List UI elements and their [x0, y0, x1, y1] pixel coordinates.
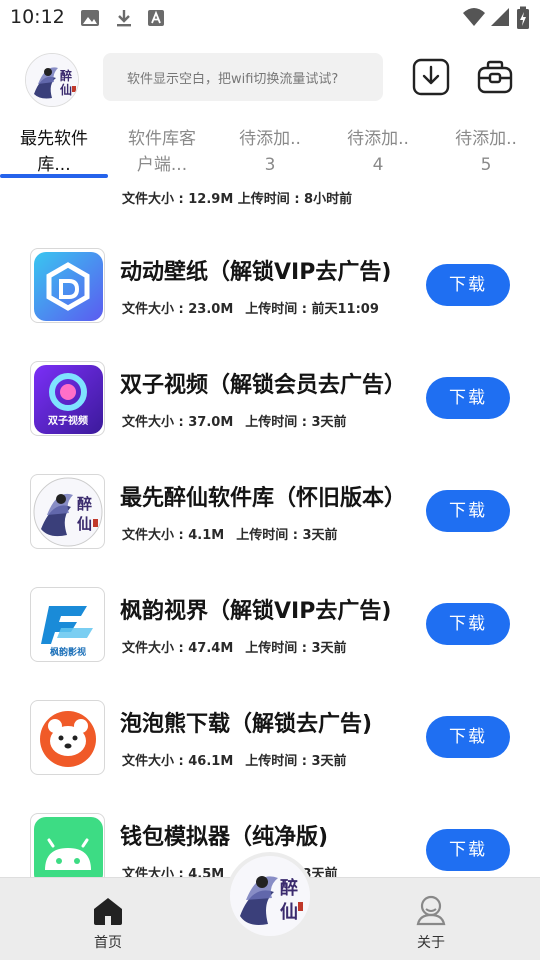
file-size: 文件大小 : 23.0M [122, 302, 234, 317]
nav-about[interactable]: 关于 [386, 878, 476, 960]
file-size: 文件大小 : 4.1M [122, 528, 225, 543]
upload-time: 上传时间 : 3天前 [245, 754, 347, 769]
upload-time: 上传时间 : 3天前 [245, 641, 347, 656]
text-notification-icon [148, 10, 164, 26]
search-placeholder: 软件显示空白，把wifi切换流量试试? [127, 72, 339, 87]
app-meta: 文件大小 : 47.4M 上传时间 : 3天前 [122, 637, 347, 656]
toolbox-icon[interactable] [476, 58, 514, 96]
app-meta: 文件大小 : 46.1M 上传时间 : 3天前 [122, 750, 347, 769]
app-meta: 文件大小 : 23.0M 上传时间 : 前天11:09 [122, 298, 379, 317]
user-profile-icon [416, 895, 446, 926]
download-manager-icon[interactable] [412, 58, 450, 96]
tab-label-line1: 待添加.. [347, 129, 409, 149]
upload-time: 上传时间 : 前天11:09 [245, 302, 379, 317]
tab-label-line1: 软件库客 [128, 129, 196, 149]
file-size: 文件大小 : 37.0M [122, 415, 234, 430]
partial-item-meta: 文件大小 : 12.9M 上传时间 : 8小时前 [122, 192, 353, 207]
download-button[interactable]: 下载 [426, 603, 510, 645]
video-app-icon: 双子视频 [30, 361, 105, 436]
app-meta: 文件大小 : 37.0M 上传时间 : 3天前 [122, 411, 347, 430]
tab-label-line2: 4 [372, 155, 384, 175]
wallpaper-app-icon [30, 248, 105, 323]
status-time: 10:12 [10, 6, 65, 28]
nav-home[interactable]: 首页 [63, 878, 153, 960]
svg-text:仙: 仙 [60, 82, 72, 97]
list-item[interactable]: 动动壁纸（解锁VIP去广告) 文件大小 : 23.0M 上传时间 : 前天11:0… [0, 248, 540, 361]
android-app-icon [30, 813, 105, 877]
tab-label-line2: 3 [264, 155, 276, 175]
svg-text:仙: 仙 [77, 515, 92, 533]
file-size: 文件大小 : 4.5M [122, 867, 225, 877]
list-item[interactable]: 醉 仙 最先醉仙软件库（怀旧版本） 文件大小 : 4.1M 上传时间 : 3天前 … [0, 474, 540, 587]
app-title: 枫韵视界（解锁VIP去广告) [120, 599, 392, 624]
wifi-icon [463, 8, 485, 26]
nav-home-label: 首页 [94, 935, 122, 951]
search-bar[interactable]: 软件显示空白，把wifi切换流量试试? [103, 53, 383, 101]
tab-library-client[interactable]: 软件库客 户端... [108, 126, 216, 178]
signal-icon [491, 8, 509, 26]
app-list[interactable]: 文件大小 : 12.9M 上传时间 : 8小时前 动动壁纸（解锁VIP去广告) … [0, 180, 540, 877]
image-notification-icon [81, 10, 99, 26]
svg-text:醉: 醉 [60, 68, 72, 83]
tab-label-line2: 户端... [136, 155, 188, 175]
zuixian-logo-icon: 醉 仙 [26, 54, 78, 106]
center-logo-button[interactable]: 醉 仙 [226, 852, 314, 940]
nav-about-label: 关于 [417, 935, 445, 951]
upload-time: 上传时间 : 3天前 [245, 415, 347, 430]
tab-pending-3[interactable]: 待添加.. 3 [216, 126, 324, 178]
app-meta: 文件大小 : 4.1M 上传时间 : 3天前 [122, 524, 338, 543]
home-icon [94, 898, 122, 925]
active-tab-indicator [0, 174, 108, 178]
svg-text:仙: 仙 [280, 901, 298, 923]
download-button[interactable]: 下载 [426, 377, 510, 419]
download-button[interactable]: 下载 [426, 829, 510, 871]
app-title: 最先醉仙软件库（怀旧版本） [120, 486, 407, 511]
tab-label-line1: 待添加.. [455, 129, 517, 149]
app-logo-avatar[interactable]: 醉 仙 [25, 53, 79, 107]
upload-time: 上传时间 : 3天前 [236, 528, 338, 543]
status-bar: 10:12 [0, 0, 540, 36]
zuixian-app-icon: 醉 仙 [30, 474, 105, 549]
tab-pending-4[interactable]: 待添加.. 4 [324, 126, 432, 178]
app-title: 动动壁纸（解锁VIP去广告) [120, 260, 392, 285]
app-title: 泡泡熊下载（解锁去广告) [120, 712, 373, 737]
tab-label-line1: 最先软件 [20, 129, 88, 149]
bear-app-icon [30, 700, 105, 775]
list-item[interactable]: 双子视频 双子视频（解锁会员去广告） 文件大小 : 37.0M 上传时间 : 3天… [0, 361, 540, 474]
svg-text:醉: 醉 [280, 877, 298, 899]
list-item[interactable]: 泡泡熊下载（解锁去广告) 文件大小 : 46.1M 上传时间 : 3天前 下载 [0, 700, 540, 813]
download-button[interactable]: 下载 [426, 264, 510, 306]
fengyun-app-icon: 枫韵影视 [30, 587, 105, 662]
list-item[interactable]: 枫韵影视 枫韵视界（解锁VIP去广告) 文件大小 : 47.4M 上传时间 : 3… [0, 587, 540, 700]
app-title: 钱包模拟器（纯净版) [120, 825, 329, 850]
file-size: 文件大小 : 47.4M [122, 641, 234, 656]
list-item[interactable]: 文件大小 : 12.9M 上传时间 : 8小时前 [0, 180, 540, 209]
svg-text:枫韵影视: 枫韵影视 [50, 646, 86, 658]
tab-zuixian-library[interactable]: 最先软件 库... [0, 126, 108, 178]
app-title: 双子视频（解锁会员去广告） [120, 373, 407, 398]
tab-label-line1: 待添加.. [239, 129, 301, 149]
svg-text:双子视频: 双子视频 [48, 414, 88, 427]
file-size: 文件大小 : 46.1M [122, 754, 234, 769]
tab-pending-5[interactable]: 待添加.. 5 [432, 126, 540, 178]
download-notification-icon [117, 10, 131, 27]
download-button[interactable]: 下载 [426, 716, 510, 758]
battery-icon [517, 6, 529, 29]
svg-text:醉: 醉 [77, 495, 92, 513]
zuixian-logo-icon: 醉 仙 [230, 856, 310, 936]
tab-label-line2: 5 [480, 155, 492, 175]
download-button[interactable]: 下载 [426, 490, 510, 532]
